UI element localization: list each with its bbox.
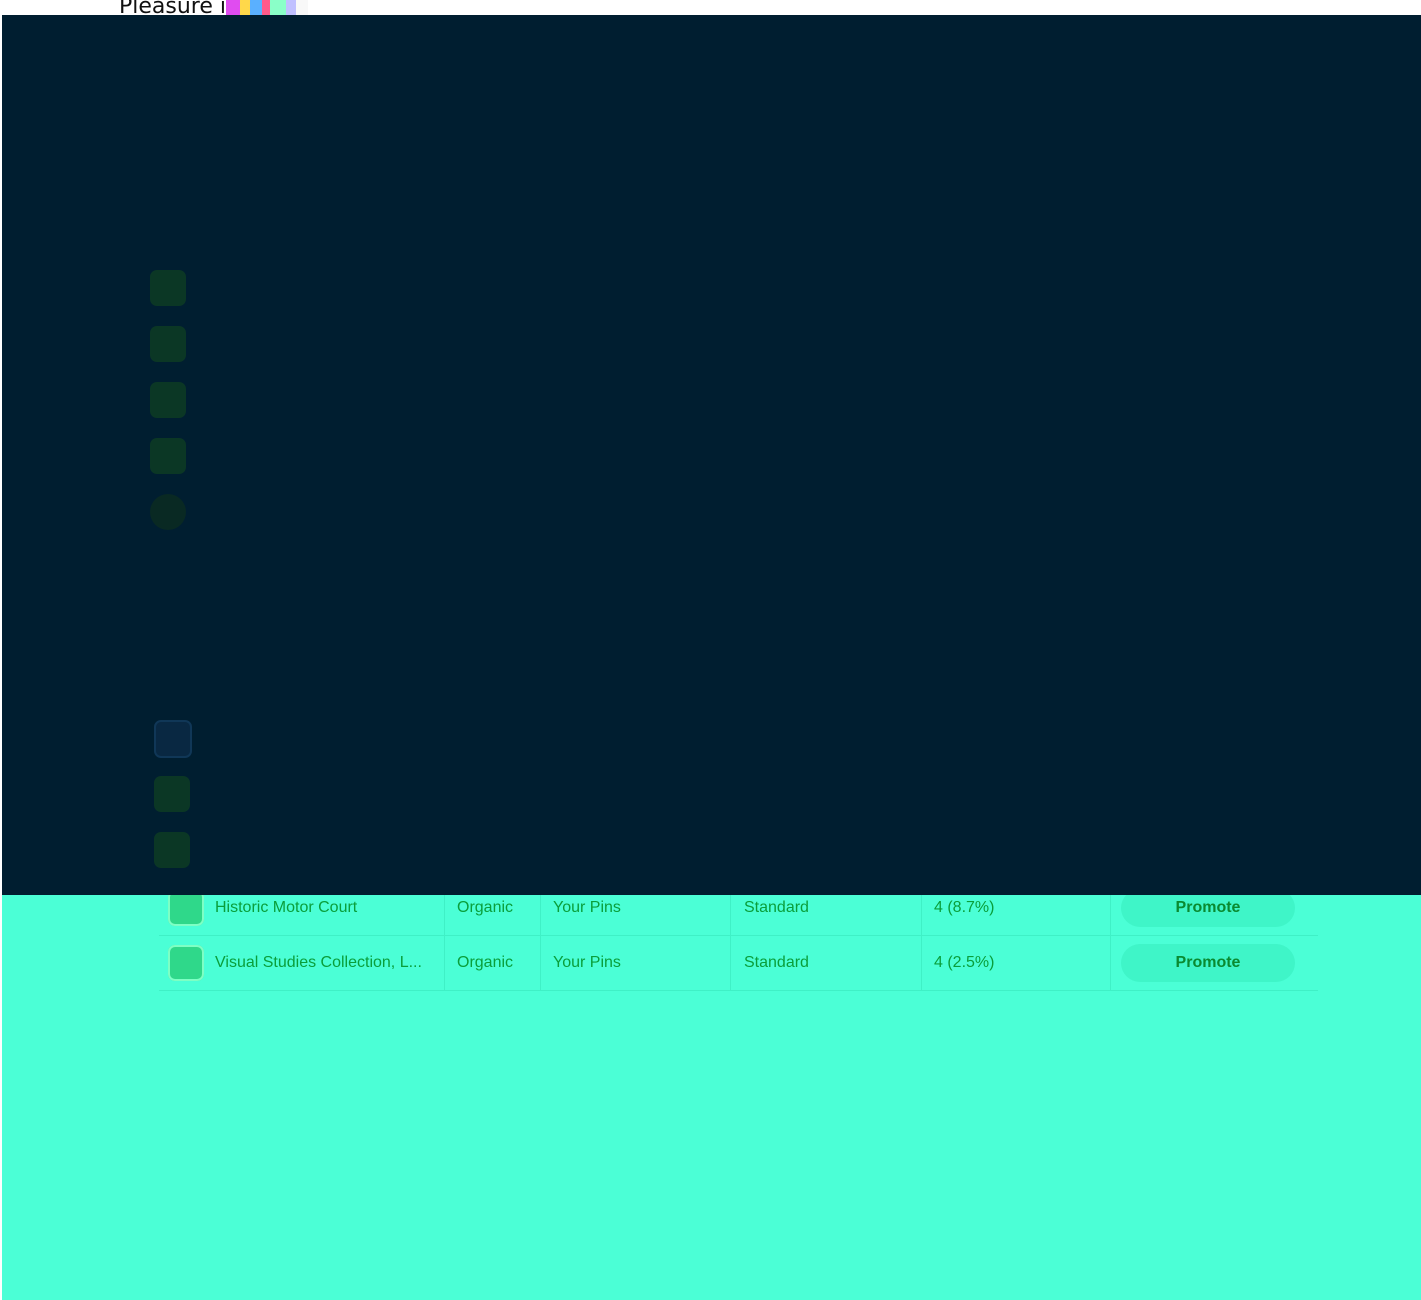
format-cell: Standard [731,935,922,990]
pin-thumbnail [154,832,190,868]
modal-overlay[interactable] [2,15,1421,895]
pin-thumbnail [150,382,186,418]
promote-button[interactable]: Promote [1121,944,1295,982]
source-cell: Organic [445,935,541,990]
account-cell: Your Pins [541,935,731,990]
pin-thumbnail [150,494,186,530]
pin-thumbnail [168,890,204,926]
pin-thumbnail [150,270,186,306]
glitch-artifact [226,0,326,15]
metric-cell: 4 (2.5%) [922,935,1111,990]
pin-title: Visual Studies Collection, L... [215,953,422,971]
page: Pleasure in Historic Motor Court Organic… [0,0,1421,1300]
pin-thumbnail [150,438,186,474]
pin-thumbnail [150,326,186,362]
pin-cell[interactable]: Visual Studies Collection, L... [159,935,445,990]
pin-thumbnail [168,945,204,981]
pin-thumbnail [154,776,190,812]
pin-thumbnail [154,720,192,758]
table-row: Visual Studies Collection, L... Organic … [159,935,1318,991]
